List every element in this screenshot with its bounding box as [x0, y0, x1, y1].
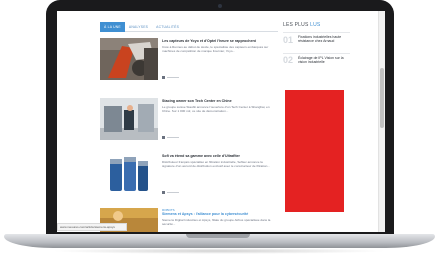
article-card[interactable]: Robots Siemens et Apsys : l'alliance pou… [100, 208, 280, 232]
article-excerpt: Siemens Digital Industries et Apsys, fil… [162, 218, 271, 226]
most-read-link[interactable]: Éclairage de IPL Vision sur la vision in… [298, 56, 346, 65]
tab-a-la-une[interactable]: À LA UNE [100, 22, 125, 32]
camera-icon [218, 4, 222, 8]
article-thumbnail[interactable] [100, 38, 158, 80]
article-meta [162, 191, 179, 194]
article-excerpt: Créé à Rennes au début de siècle, le spé… [162, 45, 269, 53]
article-title[interactable]: Sofi va étend sa gamme avec celle d'Ultr… [162, 154, 276, 158]
page-scrollbar[interactable] [378, 11, 385, 232]
article-thumbnail[interactable] [100, 98, 158, 140]
article-excerpt: Le groupe suisse Staubli annonce l'ouver… [162, 105, 270, 113]
article-title[interactable]: Les capteurs de Yoyo et d'Optel l'heure … [162, 39, 276, 43]
article-meta [162, 136, 179, 139]
most-read-heading: LES PLUS LUS [283, 22, 320, 28]
page-left-margin [57, 11, 98, 232]
sidebar-divider [283, 32, 350, 33]
most-read-link[interactable]: Fixations industrielles haute résistance… [298, 35, 346, 44]
most-read-rank: 02 [283, 55, 294, 65]
article-card[interactable]: Les capteurs de Yoyo et d'Optel l'heure … [100, 38, 280, 84]
article-thumbnail[interactable] [100, 153, 158, 195]
laptop-shadow [50, 248, 387, 254]
meta-placeholder [167, 191, 179, 194]
article-meta [162, 76, 179, 79]
link-status-bar: www.mesures.com/article/siemens-apsys [57, 223, 127, 231]
meta-placeholder [167, 136, 179, 139]
most-read-heading-main: LES PLUS [283, 22, 309, 28]
tab-actualites[interactable]: ACTUALITÉS [152, 22, 183, 32]
article-title[interactable]: Siemens et Apsys : l'alliance pour la cy… [162, 212, 276, 216]
sidebar-divider [283, 53, 350, 54]
tab-analyses[interactable]: ANALYSES [125, 22, 152, 32]
clock-icon [162, 76, 165, 79]
article-title[interactable]: Stacing owner son Tech Center en Chine [162, 99, 276, 103]
article-excerpt: Distributeur français spécialisé en filt… [162, 160, 270, 168]
article-card[interactable]: Stacing owner son Tech Center en Chine L… [100, 98, 280, 144]
clock-icon [162, 136, 165, 139]
laptop-notch [186, 234, 250, 238]
most-read-heading-accent: LUS [310, 22, 321, 28]
advertisement-banner[interactable] [285, 90, 344, 212]
most-read-rank: 01 [283, 35, 294, 45]
article-card[interactable]: Sofi va étend sa gamme avec celle d'Ultr… [100, 153, 280, 199]
scrollbar-thumb[interactable] [380, 68, 384, 128]
meta-placeholder [167, 76, 179, 79]
browser-viewport: À LA UNE ANALYSES ACTUALITÉS Les capteur… [57, 11, 385, 232]
content-tabs: À LA UNE ANALYSES ACTUALITÉS [100, 22, 278, 32]
clock-icon [162, 191, 165, 194]
